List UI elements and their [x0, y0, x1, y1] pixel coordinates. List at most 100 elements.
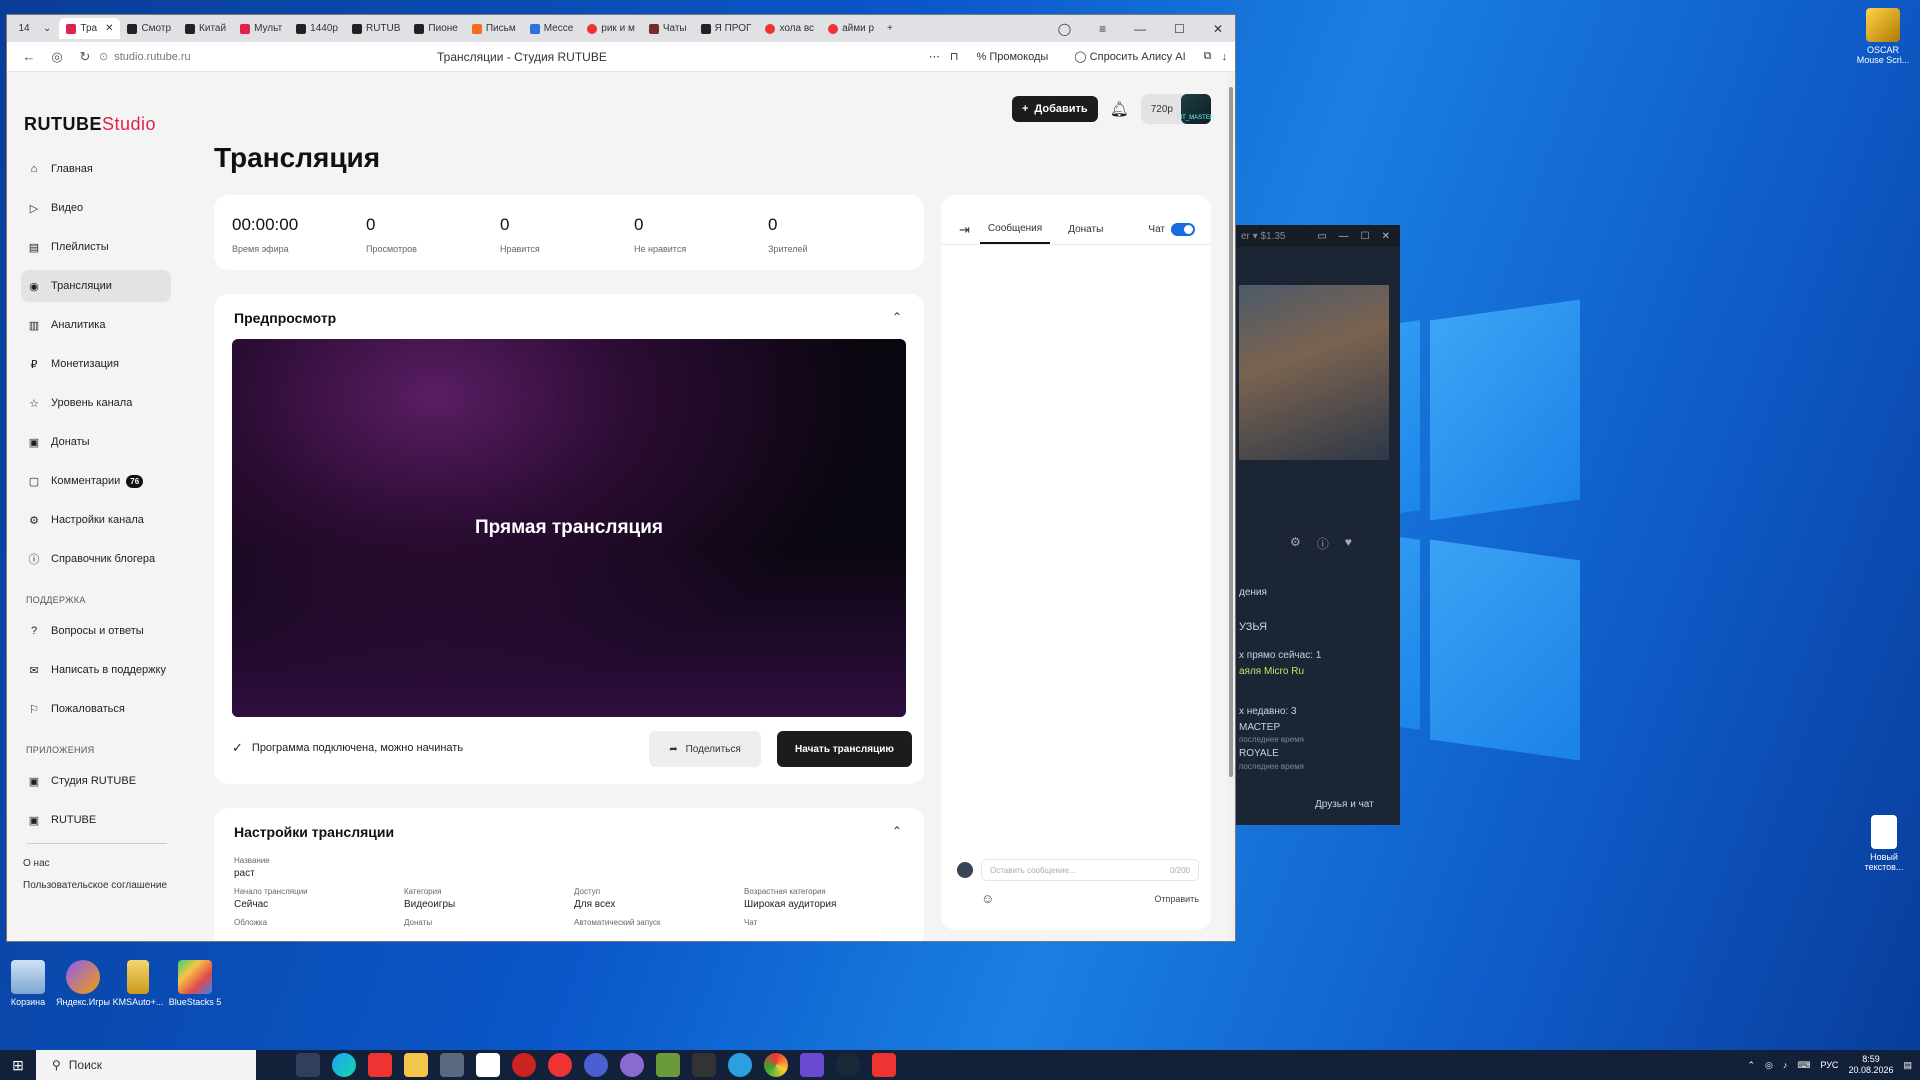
sidebar-item-monetization[interactable]: ₽ Монетизация	[21, 348, 171, 380]
steam-friend-name[interactable]: аяля Micro Ru	[1239, 666, 1304, 677]
bookmark-icon[interactable]: ⊓	[950, 50, 959, 63]
steam-minimize-button[interactable]: —	[1339, 231, 1349, 242]
yandex-games-icon[interactable]: Яндекс.Игры	[53, 960, 113, 1007]
steam-friend-name[interactable]: ROYALE	[1239, 748, 1279, 759]
tab[interactable]: Мульт	[233, 18, 289, 39]
chevron-up-icon[interactable]: ⌃	[1748, 1060, 1756, 1071]
add-button[interactable]: + Добавить	[1011, 96, 1098, 122]
language-indicator[interactable]: РУС	[1820, 1060, 1838, 1070]
steam-friends-chat-button[interactable]: Друзья и чат	[1315, 799, 1374, 810]
yandex-icon[interactable]	[368, 1053, 392, 1077]
bluestacks-icon[interactable]: BlueStacks 5	[165, 960, 225, 1007]
steam-monitor-icon[interactable]: ▭	[1317, 231, 1326, 242]
sidebar-item-contact-support[interactable]: ✉ Написать в поддержку	[21, 654, 171, 686]
tab[interactable]: айми р	[821, 18, 881, 39]
tab[interactable]: Письм	[465, 18, 523, 39]
back-icon[interactable]: ←	[15, 49, 43, 64]
sidebar-item-report[interactable]: ⚐ Пожаловаться	[21, 693, 171, 725]
steam-maximize-button[interactable]: ☐	[1361, 231, 1370, 242]
download-icon[interactable]: ↓	[1222, 51, 1228, 63]
bell-icon[interactable]: 🔔︎	[1110, 100, 1129, 118]
sidebar-item-studio-app[interactable]: ▣ Студия RUTUBE	[21, 765, 171, 797]
clock[interactable]: 8:59 20.08.2026	[1848, 1054, 1893, 1076]
sidebar-item-blogger-guide[interactable]: ⓘ Справочник блогера	[21, 543, 171, 575]
taskbar-search[interactable]: ⚲ Поиск	[36, 1050, 256, 1080]
network-icon[interactable]: ◎	[1765, 1060, 1773, 1071]
more-icon[interactable]: ⋯	[929, 50, 940, 63]
steam-info-icon[interactable]: ⓘ	[1317, 535, 1329, 552]
maximize-button[interactable]: ☐	[1174, 22, 1185, 36]
telegram-icon[interactable]	[728, 1053, 752, 1077]
chevron-up-icon[interactable]: ⌃	[892, 824, 902, 838]
kmsauto-icon[interactable]: KMSAuto+...	[108, 960, 168, 1007]
mail-icon[interactable]	[440, 1053, 464, 1077]
chrome-icon[interactable]	[764, 1053, 788, 1077]
sidebar-item-channel-level[interactable]: ☆ Уровень канала	[21, 387, 171, 419]
tab-messages[interactable]: Сообщения	[979, 223, 1051, 244]
tab[interactable]: Чаты	[642, 18, 694, 39]
scrollbar[interactable]	[1227, 72, 1235, 941]
steam-friend-name[interactable]: МАСТЕР	[1239, 722, 1280, 733]
field-access[interactable]: Доступ Для всех	[574, 887, 744, 910]
steam-heart-icon[interactable]: ♥	[1345, 535, 1352, 552]
sidebar-item-analytics[interactable]: ▥ Аналитика	[21, 309, 171, 341]
close-button[interactable]: ✕	[1213, 22, 1223, 36]
field-chat[interactable]: Чат	[744, 918, 914, 927]
rutube-studio-logo[interactable]: RUTUBEStudio	[24, 114, 156, 135]
profile-icon[interactable]: ◯	[1058, 22, 1071, 36]
tab[interactable]: Я ПРОГ	[694, 18, 759, 39]
new-text-file-icon[interactable]: Новый текстов...	[1854, 815, 1914, 872]
steam-gear-icon[interactable]: ⚙	[1290, 535, 1301, 552]
extension-icon[interactable]: ⧉	[1204, 50, 1212, 63]
tab-active[interactable]: Тра ✕	[59, 18, 121, 39]
tab[interactable]: 1440р	[289, 18, 345, 39]
tab[interactable]: Смотр	[120, 18, 178, 39]
tab-donates[interactable]: Донаты	[1060, 224, 1111, 243]
app-icon[interactable]	[476, 1053, 500, 1077]
send-button[interactable]: Отправить	[1154, 894, 1199, 904]
volume-icon[interactable]: ♪	[1783, 1060, 1788, 1070]
steam-close-button[interactable]: ✕	[1382, 231, 1390, 242]
field-name[interactable]: Название раст	[234, 856, 404, 879]
app-icon[interactable]	[512, 1053, 536, 1077]
steam-icon[interactable]	[836, 1053, 860, 1077]
oscar-desktop-icon[interactable]: OSCAR Mouse Scri...	[1853, 8, 1913, 65]
app-icon[interactable]	[800, 1053, 824, 1077]
new-tab-button[interactable]: +	[887, 23, 893, 34]
tab[interactable]: Мессе	[523, 18, 581, 39]
field-age-category[interactable]: Возрастная категория Широкая аудитория	[744, 887, 914, 910]
tab[interactable]: Пионе	[407, 18, 464, 39]
sidebar-item-home[interactable]: ⌂ Главная	[21, 153, 171, 185]
field-category[interactable]: Категория Видеоигры	[404, 887, 574, 910]
user-agreement-link[interactable]: Пользовательское соглашение	[23, 880, 171, 891]
tab[interactable]: рик и м	[580, 18, 642, 39]
minimize-button[interactable]: —	[1134, 22, 1146, 36]
sidebar-item-video[interactable]: ▷ Видео	[21, 192, 171, 224]
chat-toggle[interactable]: Чат	[1148, 223, 1195, 236]
windows-start-button[interactable]: ⊞	[0, 1050, 36, 1080]
start-broadcast-button[interactable]: Начать трансляцию	[777, 731, 912, 767]
field-autostart[interactable]: Автоматический запуск	[574, 918, 744, 927]
field-start[interactable]: Начало трансляции Сейчас	[234, 887, 404, 910]
yandex-browser-icon[interactable]	[548, 1053, 572, 1077]
notifications-icon[interactable]: ▤	[1903, 1060, 1912, 1071]
sidebar-item-broadcasts[interactable]: ◉ Трансляции	[21, 270, 171, 302]
reload-icon[interactable]: ↻	[71, 49, 99, 65]
profile-menu[interactable]: 720p HT_MASTER	[1140, 94, 1214, 124]
message-input[interactable]: Оставить сообщение... 0/200	[981, 859, 1199, 881]
tab[interactable]: RUTUB	[345, 18, 407, 39]
sidebar-item-playlists[interactable]: ▤ Плейлисты	[21, 231, 171, 263]
app-icon[interactable]	[584, 1053, 608, 1077]
url-field[interactable]: studio.rutube.ru	[114, 51, 190, 63]
menu-icon[interactable]: ≡	[1099, 22, 1106, 36]
video-preview[interactable]: Прямая трансляция	[232, 339, 906, 717]
recycle-bin-icon[interactable]: Корзина	[0, 960, 58, 1007]
sidebar-item-donations[interactable]: ▣ Донаты	[21, 426, 171, 458]
keyboard-icon[interactable]: ⌨	[1797, 1060, 1810, 1071]
app-icon[interactable]	[656, 1053, 680, 1077]
tab[interactable]: Китай	[178, 18, 233, 39]
alice-button[interactable]: ◯ Спросить Алису AI	[1066, 46, 1193, 67]
yandex-icon[interactable]	[872, 1053, 896, 1077]
tab-counter[interactable]: 14	[13, 23, 35, 34]
edge-icon[interactable]	[332, 1053, 356, 1077]
